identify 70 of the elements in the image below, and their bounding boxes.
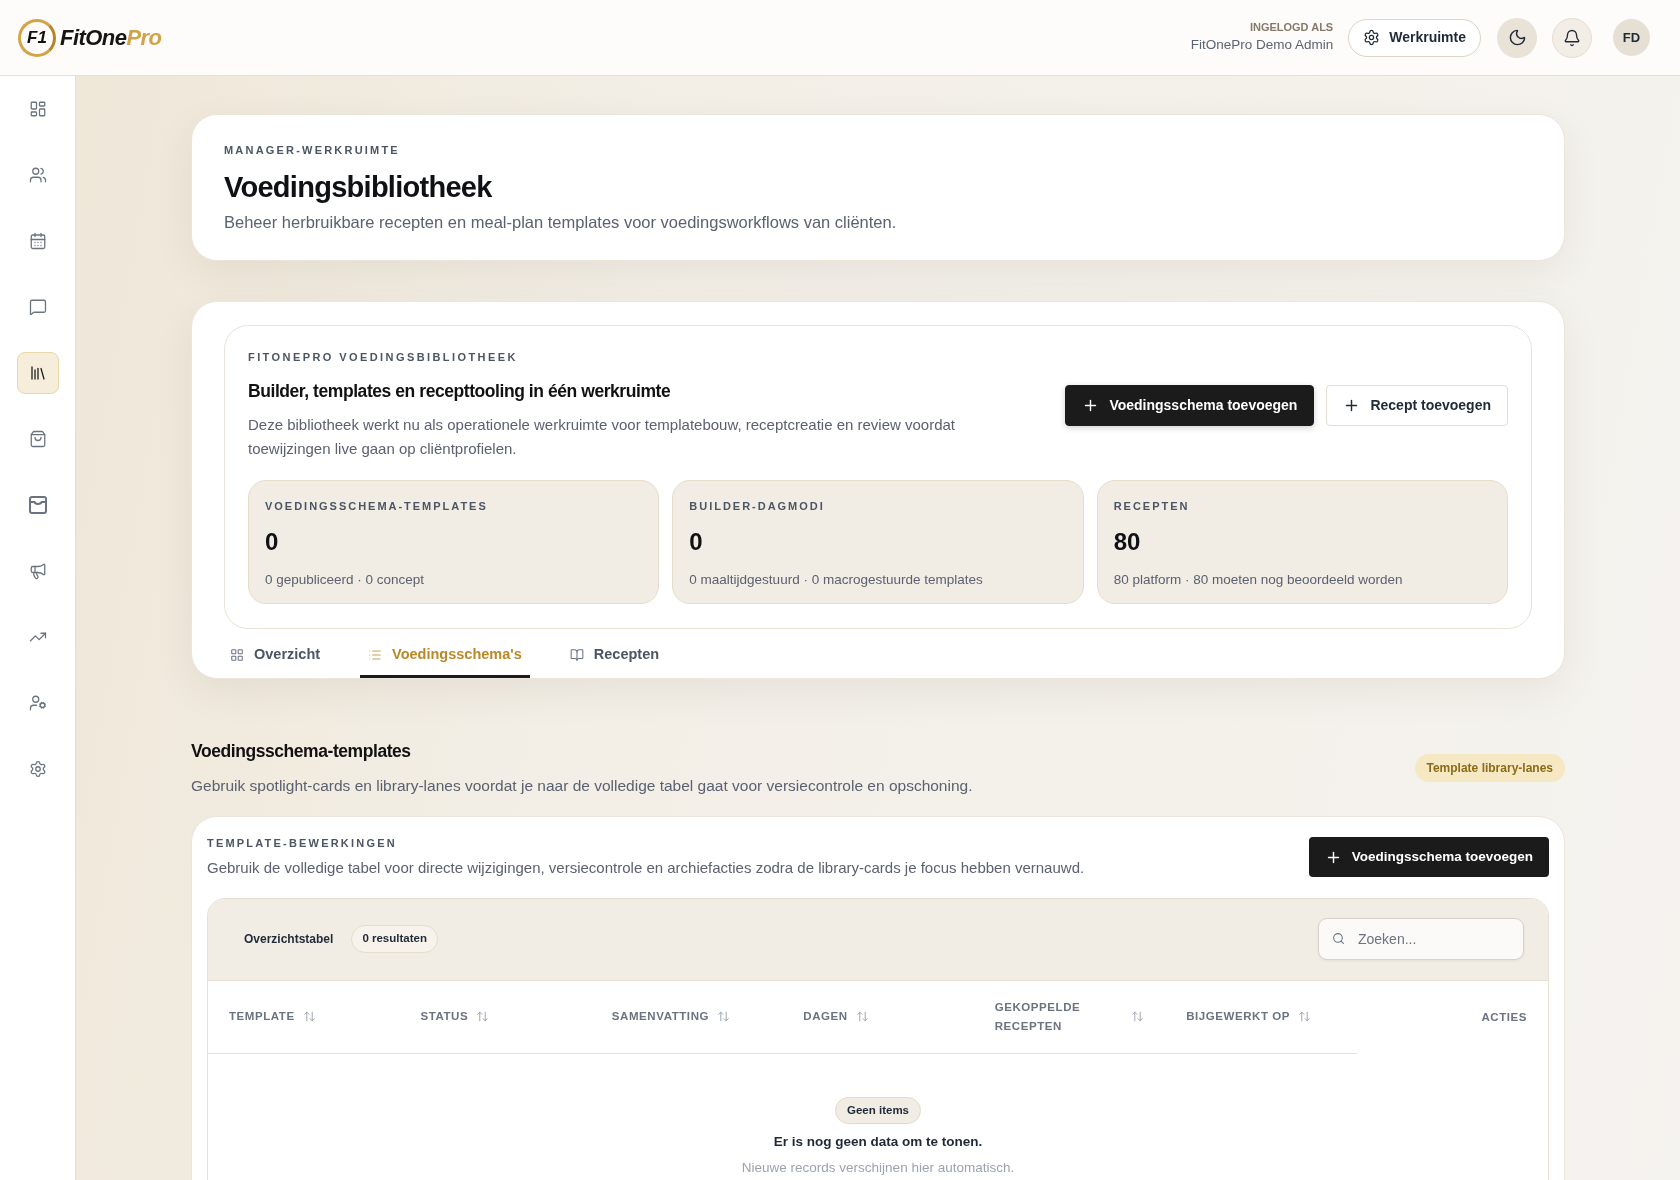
column-header: DAGEN: [803, 1009, 848, 1024]
table-title: Overzichtstabel: [244, 931, 334, 948]
column-header: TEMPLATE: [229, 1009, 295, 1024]
page-subtitle: Beheer herbruikbare recepten en meal-plan templates voor voedingsworkflows van cliënten.: [224, 211, 898, 233]
add-button[interactable]: Voedingsschema toevoegen: [1065, 384, 1315, 426]
users-icon: [28, 166, 47, 184]
empty-state-hint: Nieuwe records verschijnen hier automatisch.: [741, 1159, 1015, 1177]
template-description: Gebruik de volledige tabel voor directe wijzigingen, versiecontrole en archiefacties zodra de library-cards je focus hebben vernauwd.: [207, 858, 1085, 878]
grid-icon: [230, 648, 244, 662]
megaphone-icon: [28, 562, 47, 580]
user-name: FitOnePro Demo Admin: [1190, 37, 1334, 55]
column-header: STATUS: [420, 1009, 469, 1024]
empty-state-tag: Geen items: [835, 1096, 921, 1124]
settings-icon: [28, 760, 47, 778]
list-icon: [368, 648, 383, 662]
search-field[interactable]: Zoeken...: [1318, 918, 1524, 960]
shopping-bag-icon: [28, 430, 47, 448]
stat-label: RECEPTEN: [1113, 499, 1191, 514]
section-description: Gebruik spotlight-cards en library-lanes voordat je naar de volledige tabel gaat voor versiecontrole en opschoning.: [191, 776, 973, 797]
chat-icon: [28, 298, 47, 316]
page-eyebrow: MANAGER-WERKRUIMTE: [224, 143, 401, 158]
sort-icon[interactable]: [476, 1010, 490, 1023]
section-tag: Template library-lanes: [1414, 753, 1565, 782]
notifications-button[interactable]: [1552, 17, 1592, 58]
sort-icon[interactable]: [1298, 1010, 1312, 1023]
sort-icon[interactable]: [855, 1010, 869, 1023]
search-icon: [1332, 932, 1345, 945]
stat-label: VOEDINGSSCHEMA-TEMPLATES: [265, 499, 489, 514]
column-header: SAMENVATTING: [611, 1009, 710, 1024]
library-title: Builder, templates en recepttooling in één werkruimte: [248, 379, 672, 403]
template-eyebrow: TEMPLATE-BEWERKINGEN: [207, 835, 398, 851]
moon-icon: [1507, 28, 1527, 47]
stat-label: BUILDER-DAGMODI: [689, 499, 826, 514]
calendar-icon: [28, 232, 47, 250]
bell-icon: [1563, 28, 1581, 47]
stat-value: 80: [1113, 527, 1142, 556]
logo-mark: F1: [18, 18, 56, 57]
stat-detail: 0 gepubliceerd · 0 concept: [265, 570, 426, 589]
stat-value: 0: [265, 527, 280, 556]
user-settings-icon: [28, 694, 47, 712]
sort-icon[interactable]: [717, 1010, 731, 1023]
signed-in-label: INGELOGD ALS: [1249, 20, 1334, 35]
column-header: GEKOPPELDE RECEPTEN: [994, 999, 1082, 1034]
dashboard-icon: [28, 100, 47, 118]
workspace-button[interactable]: Werkruimte: [1348, 18, 1481, 57]
sort-icon[interactable]: [1131, 1010, 1145, 1023]
column-header: BIJGEWERKT OP: [1186, 1009, 1291, 1024]
user-avatar[interactable]: FD: [1613, 19, 1650, 56]
add-button[interactable]: Recept toevoegen: [1326, 384, 1508, 426]
book-icon: [569, 648, 584, 662]
sort-icon[interactable]: [302, 1010, 316, 1023]
page-title: Voedingsbibliotheek: [224, 169, 493, 205]
tab[interactable]: Recepten: [561, 635, 668, 678]
stat-detail: 0 maaltijdgestuurd · 0 macrogestuurde templates: [689, 570, 984, 589]
library-icon: [28, 364, 47, 382]
theme-toggle[interactable]: [1497, 17, 1537, 58]
settings-icon: [1363, 29, 1381, 46]
add-schema-button[interactable]: Voedingsschema toevoegen: [1308, 837, 1549, 877]
logo-wordmark: FitOnePro: [60, 24, 162, 52]
stat-value: 0: [689, 527, 704, 556]
tray-icon: [28, 496, 47, 514]
empty-state-title: Er is nog geen data om te tonen.: [773, 1132, 983, 1151]
tab[interactable]: Overzicht: [222, 635, 329, 678]
column-header: ACTIES: [1481, 1009, 1527, 1025]
stat-detail: 80 platform · 80 moeten nog beoordeeld worden: [1113, 570, 1404, 589]
section-title: Voedingsschema-templates: [191, 740, 412, 763]
library-description: Deze bibliotheek werkt nu als operationele werkruimte voor templatebouw, receptcreatie en review voordat toewijzingen live gaan op cliëntprofielen.: [248, 415, 957, 459]
library-eyebrow: FITONEPRO VOEDINGSBIBLIOTHEEK: [248, 350, 519, 366]
result-count: 0 resultaten: [351, 925, 438, 953]
sidebar-item[interactable]: [16, 352, 59, 394]
